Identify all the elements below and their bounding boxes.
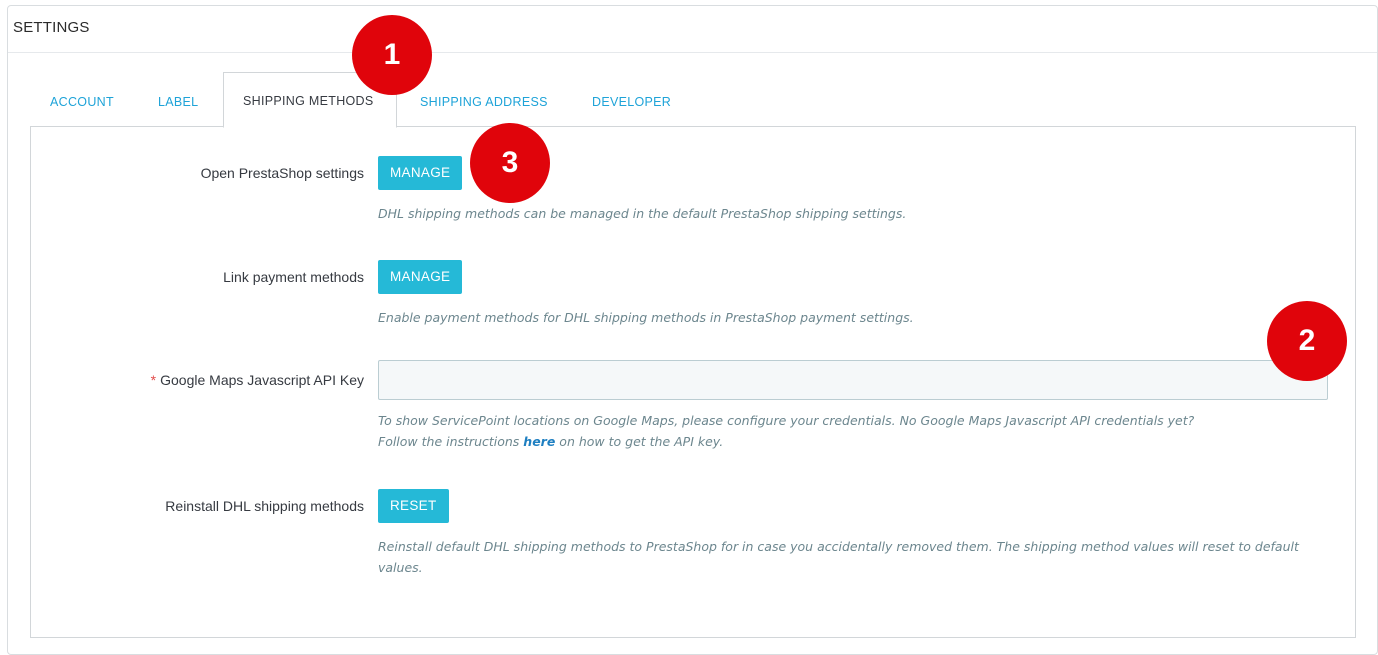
manage-payment-button[interactable]: MANAGE [378,260,463,294]
payment-help-text: Enable payment methods for DHL shipping … [378,310,914,325]
maps-help-line-2: Follow the instructions here on how to g… [378,431,1328,452]
maps-help-line-1: To show ServicePoint locations on Google… [378,413,1195,428]
tab-label[interactable]: LABEL [158,95,198,109]
google-maps-api-key-label: * Google Maps Javascript API Key [151,372,364,388]
tab-shipping-address[interactable]: SHIPPING ADDRESS [420,95,548,109]
api-key-instructions-link[interactable]: here [523,434,555,449]
reset-button[interactable]: RESET [378,489,449,523]
reinstall-help-text: Reinstall default DHL shipping methods t… [378,539,1299,575]
settings-tabs: ACCOUNT LABEL SHIPPING METHODS SHIPPING … [0,0,1378,130]
reinstall-shipping-methods-label: Reinstall DHL shipping methods [165,498,364,514]
annotation-marker-2: 2 [1267,301,1347,381]
annotation-marker-3: 3 [470,123,550,203]
maps-help-text: To show ServicePoint locations on Google… [378,410,1328,452]
shipping-help-text: DHL shipping methods can be managed in t… [378,206,907,221]
annotation-marker-1: 1 [352,15,432,95]
link-payment-methods-label: Link payment methods [223,269,364,285]
google-maps-api-key-label-text: Google Maps Javascript API Key [160,372,364,388]
tab-account[interactable]: ACCOUNT [50,95,114,109]
google-maps-api-key-input[interactable] [378,360,1328,400]
required-mark: * [150,372,157,388]
manage-shipping-button[interactable]: MANAGE [378,156,463,190]
open-prestashop-settings-label: Open PrestaShop settings [200,165,364,181]
maps-help-after: on how to get the API key. [555,434,724,449]
maps-help-before: Follow the instructions [378,434,524,449]
tab-developer[interactable]: DEVELOPER [592,95,671,109]
